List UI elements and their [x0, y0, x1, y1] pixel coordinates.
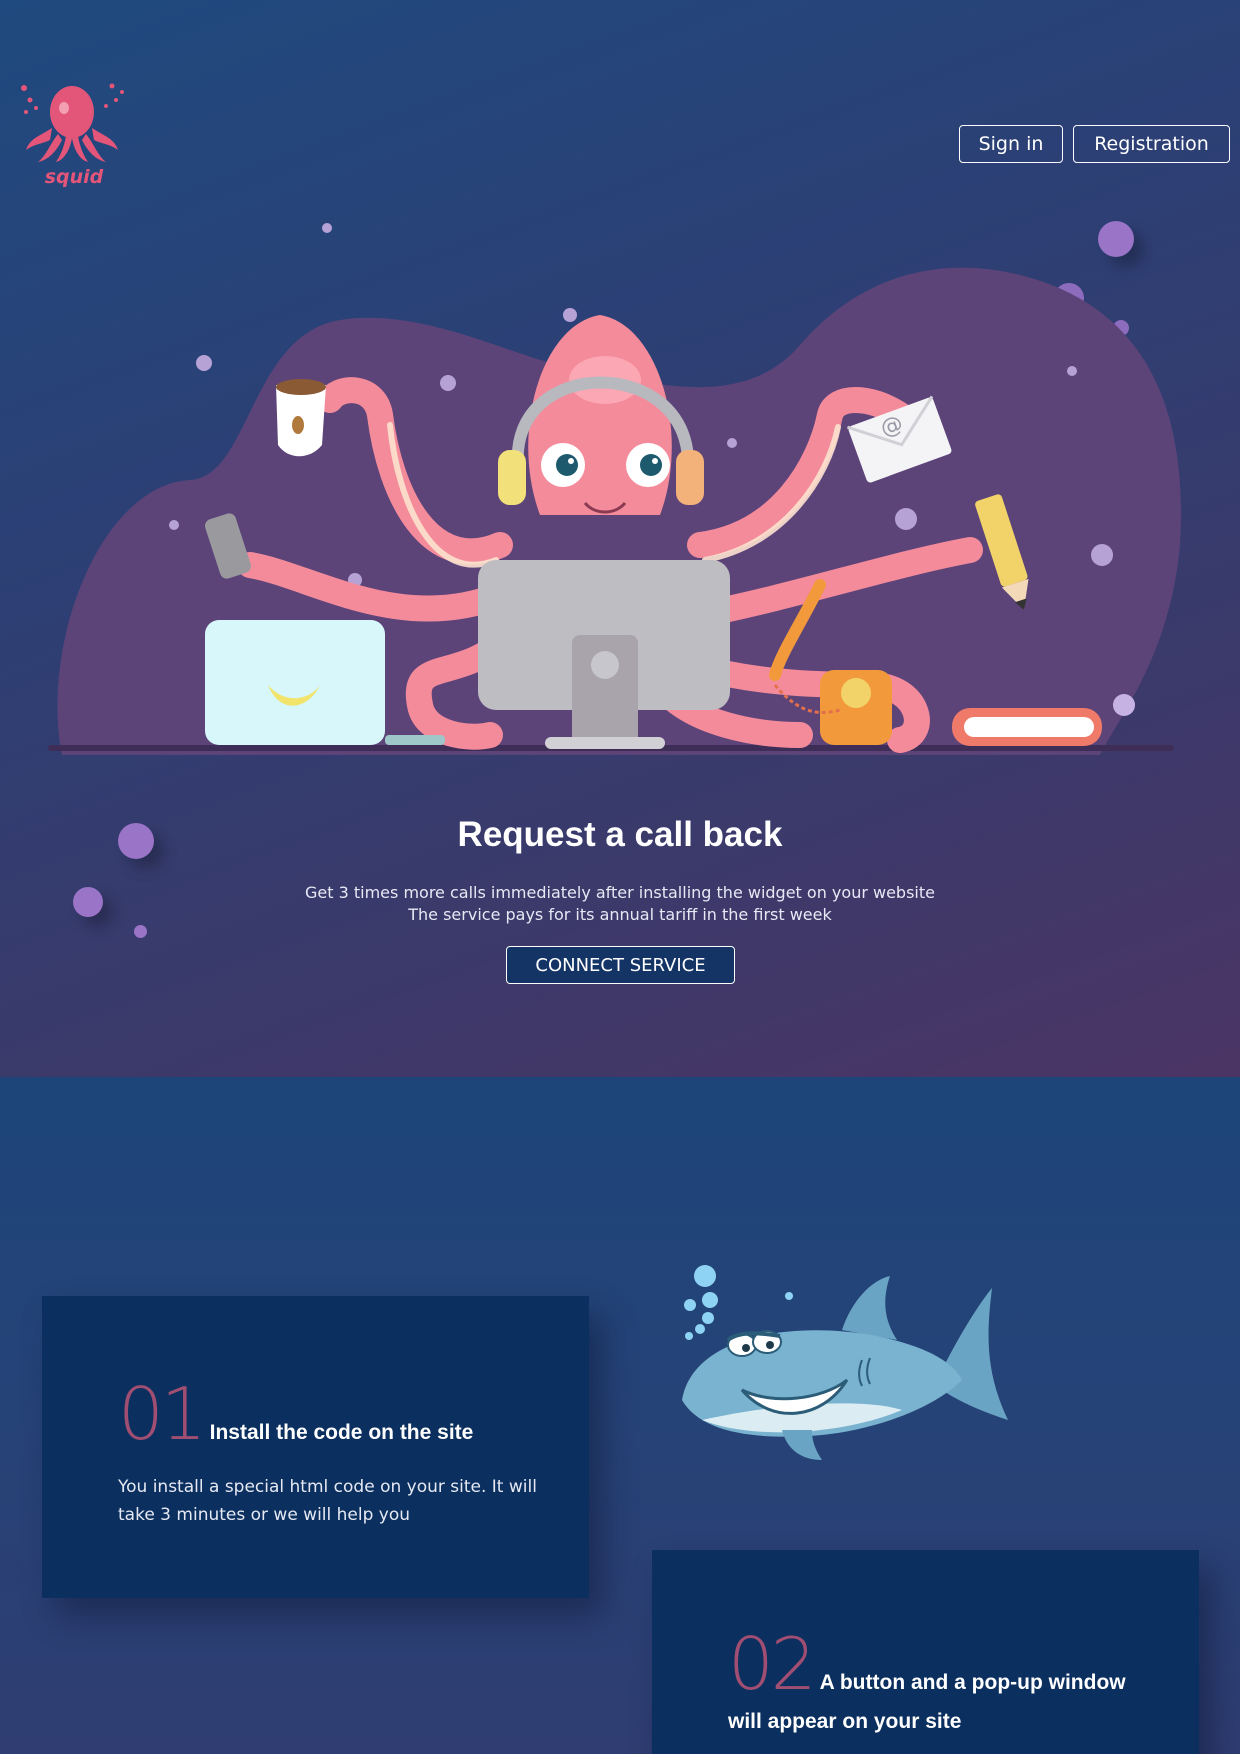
step-heading: 02 A button and a pop-up window will appe…	[728, 1628, 1148, 1742]
steps-section: 01 Install the code on the site You insta…	[0, 1077, 1240, 1754]
octopus-at-computer-illustration: @	[40, 215, 1200, 760]
hero-subtitle: Get 3 times more calls immediately after…	[0, 882, 1240, 926]
step-number: 01	[118, 1372, 207, 1456]
hero-subtitle-line-2: The service pays for its annual tariff i…	[408, 905, 832, 924]
step-number: 02	[728, 1622, 817, 1706]
hero-section: squid Sign in Registration @ Request a c…	[0, 0, 1240, 1077]
registration-button[interactable]: Registration	[1073, 125, 1230, 163]
sign-in-button[interactable]: Sign in	[959, 125, 1063, 163]
shark-illustration	[672, 1250, 1022, 1470]
hero-title: Request a call back	[457, 815, 783, 854]
step-heading: 01 Install the code on the site	[118, 1372, 558, 1456]
step-card-1: 01 Install the code on the site You insta…	[42, 1296, 589, 1598]
step-title: Install the code on the site	[209, 1421, 474, 1444]
step-description: You install a special html code on your …	[118, 1477, 537, 1525]
decor-dot	[134, 925, 147, 938]
hero-subtitle-line-1: Get 3 times more calls immediately after…	[305, 883, 935, 902]
logo-wordmark: squid	[44, 166, 104, 188]
step-card-2: 02 A button and a pop-up window will appe…	[652, 1550, 1199, 1754]
connect-service-button[interactable]: CONNECT SERVICE	[506, 946, 735, 984]
squid-logo[interactable]: squid	[16, 78, 128, 198]
